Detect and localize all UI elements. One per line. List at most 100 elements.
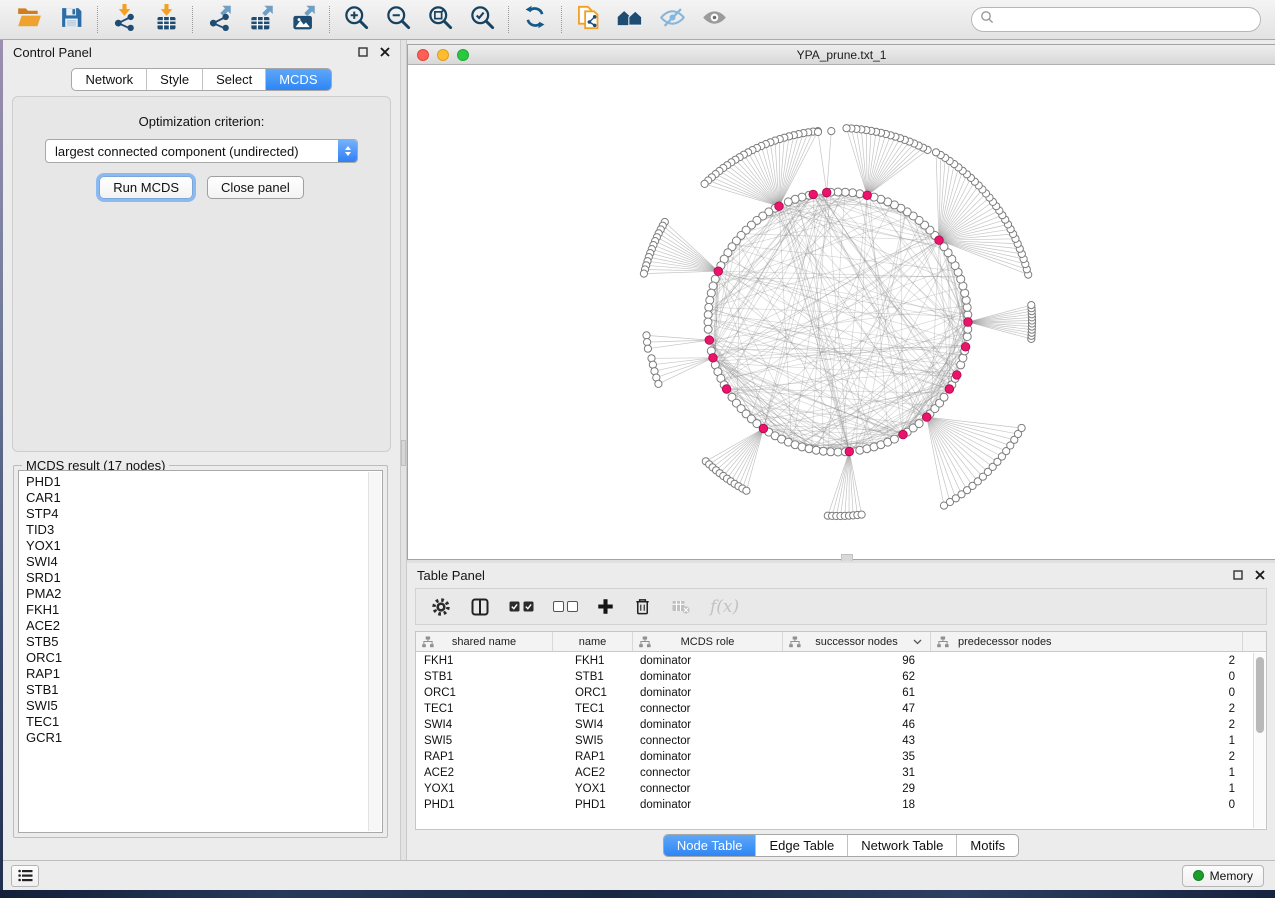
float-panel-icon[interactable] [1233, 568, 1243, 583]
table-settings-button[interactable] [431, 597, 451, 617]
show-columns-button[interactable] [470, 597, 490, 617]
close-panel-icon[interactable] [1255, 568, 1265, 583]
new-network-from-selection-button[interactable] [567, 3, 609, 37]
network-canvas[interactable] [408, 65, 1275, 559]
cell-successor-nodes: 46 [783, 719, 931, 731]
cell-shared-name: ACE2 [416, 767, 553, 779]
open-file-button[interactable] [8, 3, 50, 37]
cell-successor-nodes: 96 [783, 655, 931, 667]
column-header-shared-name[interactable]: shared name [416, 632, 553, 651]
divider-handle[interactable] [401, 440, 406, 466]
tab-edge-table[interactable]: Edge Table [755, 835, 847, 856]
apply-layout-button[interactable] [514, 3, 556, 37]
mcds-result-item[interactable]: SWI5 [26, 698, 382, 714]
mcds-result-item[interactable]: STB5 [26, 634, 382, 650]
column-header-successor-nodes[interactable]: successor nodes [783, 632, 931, 651]
mcds-result-item[interactable]: STP4 [26, 506, 382, 522]
column-header-MCDS-role[interactable]: MCDS role [633, 632, 783, 651]
memory-button[interactable]: Memory [1182, 865, 1264, 887]
column-header-name[interactable]: name [553, 632, 633, 651]
cell-name: RAP1 [553, 751, 633, 763]
mcds-result-item[interactable]: RAP1 [26, 666, 382, 682]
hide-selected-button[interactable] [651, 3, 693, 37]
vertical-split-divider[interactable] [400, 40, 407, 860]
export-image-button[interactable] [282, 3, 324, 37]
close-panel-button[interactable]: Close panel [207, 176, 304, 199]
zoom-fit-button[interactable] [419, 3, 461, 37]
table-row[interactable]: ORC1ORC1dominator610 [416, 685, 1266, 701]
mcds-result-item[interactable]: ACE2 [26, 618, 382, 634]
cell-shared-name: SWI5 [416, 735, 553, 747]
first-neighbors-button[interactable] [609, 3, 651, 37]
mcds-result-list[interactable]: PHD1CAR1STP4TID3YOX1SWI4SRD1PMA2FKH1ACE2… [18, 470, 383, 833]
table-row[interactable]: PHD1PHD1dominator180 [416, 797, 1266, 813]
mcds-result-item[interactable]: STB1 [26, 682, 382, 698]
minimize-window-icon[interactable] [437, 49, 449, 61]
search-box[interactable] [971, 7, 1261, 32]
mcds-result-item[interactable]: PHD1 [26, 474, 382, 490]
zoom-in-button[interactable] [335, 3, 377, 37]
cell-name: SWI4 [553, 719, 633, 731]
zoom-selected-button[interactable] [461, 3, 503, 37]
run-mcds-button[interactable]: Run MCDS [99, 176, 193, 199]
mcds-tab-content: Optimization criterion: largest connecte… [12, 96, 391, 452]
table-row[interactable]: SWI4SWI4dominator462 [416, 717, 1266, 733]
network-window-titlebar[interactable]: YPA_prune.txt_1 [408, 45, 1275, 65]
table-row[interactable]: SWI5SWI5connector431 [416, 733, 1266, 749]
column-header-predecessor-nodes[interactable]: predecessor nodes [931, 632, 1243, 651]
save-session-button[interactable] [50, 3, 92, 37]
criterion-select[interactable]: largest connected component (undirected) [45, 139, 358, 163]
mcds-result-item[interactable]: FKH1 [26, 602, 382, 618]
scrollbar-thumb[interactable] [1256, 657, 1264, 733]
tab-select[interactable]: Select [202, 69, 265, 90]
tab-node-table[interactable]: Node Table [664, 835, 756, 856]
mcds-result-item[interactable]: ORC1 [26, 650, 382, 666]
close-window-icon[interactable] [417, 49, 429, 61]
column-label: successor nodes [815, 636, 898, 648]
column-label: name [579, 636, 607, 648]
table-scrollbar[interactable] [1253, 653, 1266, 828]
cell-successor-nodes: 47 [783, 703, 931, 715]
export-network-button[interactable] [198, 3, 240, 37]
mcds-result-item[interactable]: SRD1 [26, 570, 382, 586]
mcds-result-item[interactable]: PMA2 [26, 586, 382, 602]
float-panel-icon[interactable] [358, 45, 368, 60]
mcds-result-item[interactable]: CAR1 [26, 490, 382, 506]
tab-motifs[interactable]: Motifs [956, 835, 1018, 856]
list-scrollbar[interactable] [368, 472, 381, 831]
network-graph[interactable] [408, 65, 1274, 559]
task-history-button[interactable] [11, 865, 39, 887]
table-row[interactable]: TEC1TEC1connector472 [416, 701, 1266, 717]
table-row[interactable]: YOX1YOX1connector291 [416, 781, 1266, 797]
deselect-all-button[interactable] [553, 601, 578, 612]
tab-mcds[interactable]: MCDS [265, 69, 330, 90]
tab-network[interactable]: Network [72, 69, 146, 90]
search-input[interactable] [999, 13, 1252, 27]
tab-network-table[interactable]: Network Table [847, 835, 956, 856]
tab-style[interactable]: Style [146, 69, 202, 90]
table-panel-title: Table Panel [417, 568, 485, 583]
import-network-button[interactable] [103, 3, 145, 37]
mcds-result-item[interactable]: TID3 [26, 522, 382, 538]
mcds-result-item[interactable]: TEC1 [26, 714, 382, 730]
horizontal-split-divider[interactable] [407, 560, 1275, 563]
maximize-window-icon[interactable] [457, 49, 469, 61]
delete-column-button[interactable] [633, 597, 652, 616]
zoom-out-button[interactable] [377, 3, 419, 37]
import-table-button[interactable] [145, 3, 187, 37]
mcds-result-item[interactable]: YOX1 [26, 538, 382, 554]
mcds-result-item[interactable]: GCR1 [26, 730, 382, 746]
table-row[interactable]: ACE2ACE2connector311 [416, 765, 1266, 781]
table-row[interactable]: RAP1RAP1dominator352 [416, 749, 1266, 765]
table-row[interactable]: FKH1FKH1dominator962 [416, 653, 1266, 669]
select-all-button[interactable] [509, 601, 534, 612]
table-row[interactable]: STB1STB1dominator620 [416, 669, 1266, 685]
export-table-button[interactable] [240, 3, 282, 37]
divider-handle[interactable] [841, 554, 853, 561]
status-bar: Memory [0, 860, 1275, 890]
close-panel-icon[interactable] [380, 45, 390, 60]
show-all-button[interactable] [693, 3, 735, 37]
cell-shared-name: TEC1 [416, 703, 553, 715]
add-column-button[interactable] [597, 598, 614, 615]
mcds-result-item[interactable]: SWI4 [26, 554, 382, 570]
